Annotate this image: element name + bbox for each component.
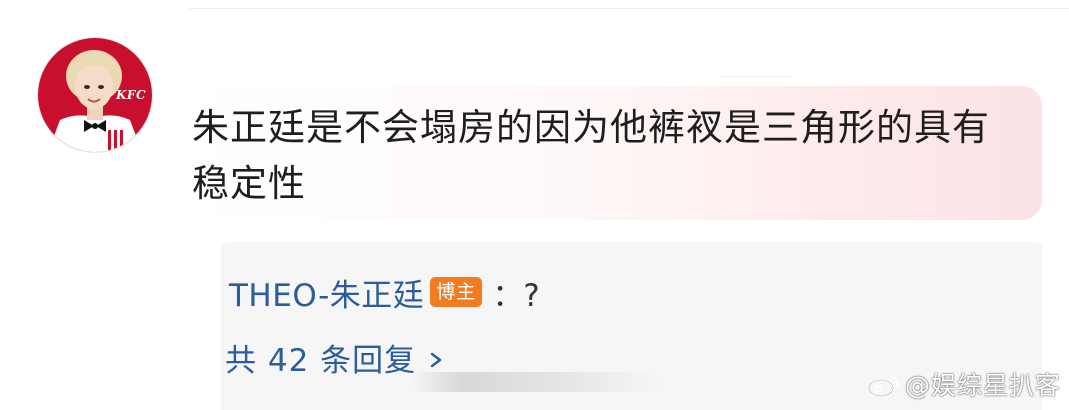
reply-username-link[interactable]: THEO-朱正廷	[229, 270, 424, 315]
user-avatar[interactable]: KFC	[38, 38, 152, 152]
blogger-badge: 博主	[430, 277, 483, 307]
reply-item: THEO-朱正廷 博主 ：?	[229, 270, 540, 314]
weibo-comment-screenshot: KFC 朱正廷是不会塌房的因为他裤衩是三角形的具有稳定性 THEO-朱正廷 博主…	[0, 0, 1069, 410]
comment-text: 朱正廷是不会塌房的因为他裤衩是三角形的具有稳定性	[192, 106, 990, 205]
weibo-logo-icon	[867, 375, 899, 397]
faint-divider	[720, 76, 790, 77]
watermark-text: @娱综星扒客	[904, 371, 1061, 400]
comment-bubble: 朱正廷是不会塌房的因为他裤衩是三角形的具有稳定性	[192, 86, 1042, 220]
top-divider	[190, 8, 1069, 9]
view-more-replies-link[interactable]: 共 42 条回复	[225, 334, 444, 380]
reply-text: ：?	[492, 277, 540, 314]
blurred-overlay	[411, 372, 661, 392]
more-replies-label: 共 42 条回复	[225, 342, 417, 379]
chevron-right-icon	[430, 352, 442, 368]
kfc-logo-text: KFC	[116, 88, 146, 102]
watermark: @娱综星扒客	[867, 366, 1061, 402]
